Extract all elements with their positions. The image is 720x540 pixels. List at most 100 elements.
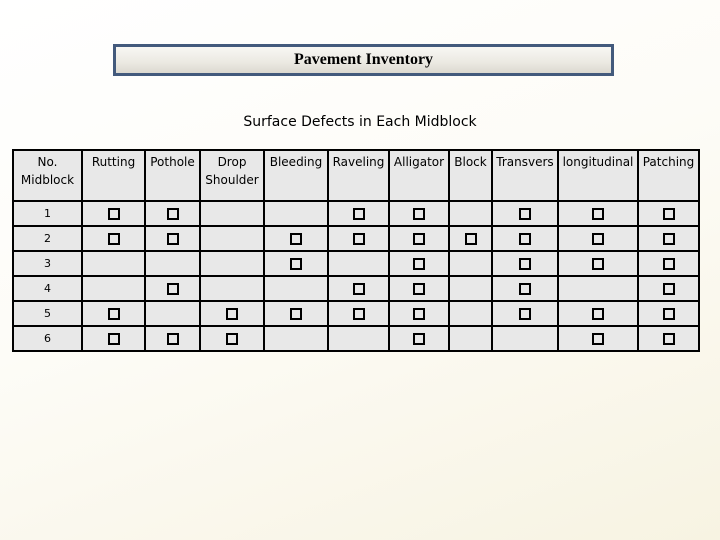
cell-transvers xyxy=(491,275,559,302)
cell-patching xyxy=(637,225,700,252)
cell-drop-shoulder xyxy=(199,250,265,277)
cell-raveling xyxy=(327,325,390,352)
cell-patching xyxy=(637,325,700,352)
cell-drop-shoulder xyxy=(199,225,265,252)
cell-bleeding xyxy=(263,275,329,302)
cell-patching xyxy=(637,300,700,327)
header-drop-shoulder: Drop Shoulder xyxy=(199,149,265,202)
cell-patching xyxy=(637,200,700,227)
checkbox-square-icon xyxy=(519,233,531,245)
cell-alligator xyxy=(388,225,450,252)
checkbox-square-icon xyxy=(352,208,365,220)
checkbox-square-icon xyxy=(519,258,531,270)
header-pothole: Pothole xyxy=(144,149,201,202)
cell-pothole xyxy=(144,200,201,227)
cell-bleeding xyxy=(263,325,329,352)
checkbox-square-icon xyxy=(662,208,675,220)
checkbox-square-icon xyxy=(413,258,425,270)
cell-raveling xyxy=(327,250,390,277)
header-longitudinal: longitudinal xyxy=(557,149,639,202)
midblock-number: 4 xyxy=(12,275,83,302)
checkbox-square-icon xyxy=(592,333,604,345)
checkbox-square-icon xyxy=(166,208,179,220)
checkbox-square-icon xyxy=(166,233,179,245)
checkbox-square-icon xyxy=(592,233,604,245)
header-raveling: Raveling xyxy=(327,149,390,202)
table-body: 123456 xyxy=(12,200,700,352)
table-row: 2 xyxy=(12,225,700,252)
cell-raveling xyxy=(327,200,390,227)
cell-longitudinal xyxy=(557,200,639,227)
checkbox-square-icon xyxy=(107,308,120,320)
checkbox-square-icon xyxy=(413,208,425,220)
header-transvers: Transvers xyxy=(491,149,559,202)
cell-alligator xyxy=(388,250,450,277)
cell-longitudinal xyxy=(557,275,639,302)
checkbox-square-icon xyxy=(413,283,425,295)
table-row: 1 xyxy=(12,200,700,227)
midblock-number: 5 xyxy=(12,300,83,327)
header-rutting: Rutting xyxy=(81,149,146,202)
cell-block xyxy=(448,325,493,352)
cell-rutting xyxy=(81,250,146,277)
cell-block xyxy=(448,300,493,327)
cell-rutting xyxy=(81,325,146,352)
midblock-number: 6 xyxy=(12,325,83,352)
checkbox-square-icon xyxy=(662,233,675,245)
checkbox-square-icon xyxy=(413,333,425,345)
title-banner: Pavement Inventory xyxy=(113,44,614,76)
cell-rutting xyxy=(81,275,146,302)
table-row: 4 xyxy=(12,275,700,302)
midblock-number: 3 xyxy=(12,250,83,277)
midblock-number: 2 xyxy=(12,225,83,252)
cell-transvers xyxy=(491,225,559,252)
table-row: 6 xyxy=(12,325,700,352)
checkbox-square-icon xyxy=(662,308,675,320)
cell-block xyxy=(448,250,493,277)
cell-block xyxy=(448,200,493,227)
header-patching: Patching xyxy=(637,149,700,202)
cell-pothole xyxy=(144,325,201,352)
header-bleeding: Bleeding xyxy=(263,149,329,202)
checkbox-square-icon xyxy=(352,308,365,320)
header-row: No. Midblock Rutting Pothole Drop Should… xyxy=(12,149,700,202)
cell-raveling xyxy=(327,300,390,327)
checkbox-square-icon xyxy=(352,233,365,245)
cell-pothole xyxy=(144,250,201,277)
midblock-number: 1 xyxy=(12,200,83,227)
cell-alligator xyxy=(388,200,450,227)
cell-pothole xyxy=(144,300,201,327)
cell-transvers xyxy=(491,300,559,327)
checkbox-square-icon xyxy=(519,283,531,295)
cell-transvers xyxy=(491,250,559,277)
checkbox-square-icon xyxy=(413,308,425,320)
cell-rutting xyxy=(81,225,146,252)
cell-bleeding xyxy=(263,250,329,277)
checkbox-square-icon xyxy=(519,208,531,220)
cell-block xyxy=(448,275,493,302)
checkbox-square-icon xyxy=(226,308,238,320)
cell-drop-shoulder xyxy=(199,275,265,302)
checkbox-square-icon xyxy=(290,258,302,270)
checkbox-square-icon xyxy=(464,233,477,245)
checkbox-square-icon xyxy=(413,233,425,245)
header-no-midblock: No. Midblock xyxy=(12,149,83,202)
checkbox-square-icon xyxy=(107,333,120,345)
cell-longitudinal xyxy=(557,225,639,252)
checkbox-square-icon xyxy=(592,208,604,220)
cell-alligator xyxy=(388,300,450,327)
checkbox-square-icon xyxy=(352,283,365,295)
checkbox-square-icon xyxy=(226,333,238,345)
cell-bleeding xyxy=(263,200,329,227)
page-title: Pavement Inventory xyxy=(293,51,434,68)
cell-alligator xyxy=(388,275,450,302)
checkbox-square-icon xyxy=(166,283,179,295)
cell-bleeding xyxy=(263,300,329,327)
checkbox-square-icon xyxy=(519,308,531,320)
cell-transvers xyxy=(491,325,559,352)
checkbox-square-icon xyxy=(592,258,604,270)
cell-longitudinal xyxy=(557,250,639,277)
cell-drop-shoulder xyxy=(199,200,265,227)
cell-pothole xyxy=(144,225,201,252)
cell-drop-shoulder xyxy=(199,325,265,352)
